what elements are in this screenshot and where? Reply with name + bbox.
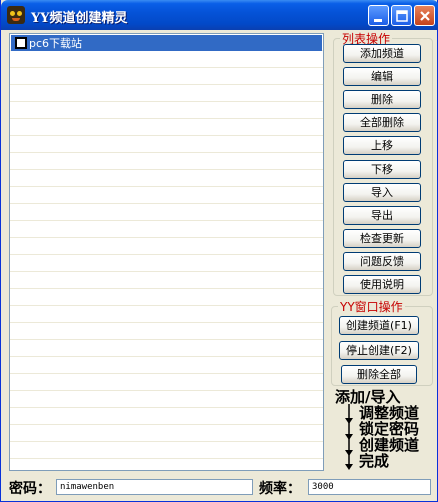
maximize-icon	[396, 10, 408, 22]
close-button[interactable]	[414, 5, 435, 26]
feedback-button[interactable]: 问题反馈	[343, 252, 421, 271]
arrow-down-icon	[345, 464, 353, 470]
minimize-icon	[374, 19, 382, 22]
minimize-button[interactable]	[368, 5, 389, 26]
create-channel-button[interactable]: 创建频道(F1)	[339, 316, 419, 335]
yy-window-operations-legend: YY窗口操作	[340, 300, 403, 314]
list-item[interactable]: pc6下载站	[11, 35, 322, 51]
arrow-down-icon	[345, 434, 353, 440]
delete-all-button[interactable]: 全部删除	[343, 113, 421, 132]
channel-list[interactable]: pc6下载站	[9, 33, 324, 471]
arrow-down-icon	[345, 450, 353, 456]
import-button[interactable]: 导入	[343, 183, 421, 202]
help-button[interactable]: 使用说明	[343, 275, 421, 294]
move-down-button[interactable]: 下移	[343, 160, 421, 179]
close-icon	[420, 11, 430, 21]
export-button[interactable]: 导出	[343, 206, 421, 225]
workflow-step: 完成	[359, 452, 390, 470]
maximize-button[interactable]	[391, 5, 412, 26]
check-update-button[interactable]: 检查更新	[343, 229, 421, 248]
password-label: 密码：	[9, 481, 51, 497]
app-logo-icon	[7, 6, 25, 24]
workflow-diagram: 添加/导入 调整频道 锁定密码 创建频道 完成	[335, 388, 438, 470]
move-up-button[interactable]: 上移	[343, 136, 421, 155]
edit-button[interactable]: 编辑	[343, 67, 421, 86]
add-channel-button[interactable]: 添加频道	[343, 44, 421, 63]
delete-button[interactable]: 删除	[343, 90, 421, 109]
arrow-down-icon	[345, 418, 353, 424]
list-item-label: pc6下载站	[29, 37, 83, 50]
frequency-input[interactable]	[308, 479, 431, 495]
password-input[interactable]	[56, 479, 253, 495]
list-item-checkbox[interactable]	[15, 37, 27, 49]
app-window: YY频道创建精灵 pc6下载站 列表操作 添加频道 编辑 删除 全部删除 上移 …	[0, 0, 438, 502]
stop-create-button[interactable]: 停止创建(F2)	[339, 341, 419, 360]
window-title: YY频道创建精灵	[31, 11, 128, 26]
delete-all-yy-button[interactable]: 删除全部	[341, 365, 417, 384]
frequency-label: 频率：	[259, 481, 301, 497]
title-bar[interactable]: YY频道创建精灵	[1, 0, 438, 30]
